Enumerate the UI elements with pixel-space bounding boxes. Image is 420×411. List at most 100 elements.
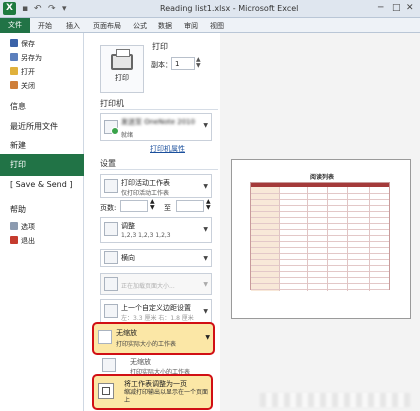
tab-page-layout[interactable]: 页面布局 — [93, 21, 121, 31]
sheet-shaded-column — [251, 187, 279, 291]
pages-to-spinner[interactable]: ▲ ▼ — [206, 199, 211, 211]
print-what-sub: 仅打印活动工作表 — [121, 190, 170, 197]
save-icon — [10, 39, 18, 47]
tab-formulas[interactable]: 公式 — [133, 21, 147, 31]
scaling-main: 无缩放 — [116, 329, 137, 337]
printer-icon — [111, 49, 133, 70]
ready-check-icon — [111, 127, 119, 135]
nav-help[interactable]: 帮助 — [10, 204, 26, 215]
tab-home[interactable]: 开始 — [38, 21, 52, 31]
undo-icon[interactable]: ↶ — [34, 4, 42, 14]
print-what-dropdown[interactable]: 打印活动工作表 仅打印活动工作表 ▼ — [100, 174, 212, 198]
sheet-icon — [104, 179, 118, 193]
nav-save-as[interactable]: 另存为 — [10, 53, 42, 63]
print-what-main: 打印活动工作表 — [121, 179, 170, 187]
margins-dropdown[interactable]: 上一个自定义边距设置 左：3.3 厘米 右：1.8 厘米 ▼ — [100, 299, 212, 323]
nav-options[interactable]: 选项 — [10, 222, 35, 232]
collate-sub: 1,2,3 1,2,3 1,2,3 — [121, 232, 171, 239]
chevron-down-icon: ▼ — [203, 255, 208, 262]
pages-from-spinner[interactable]: ▲ ▼ — [150, 199, 155, 211]
landscape-icon — [104, 251, 118, 264]
preview-doc-title: 阅读列表 — [309, 174, 334, 181]
preview-page: 阅读列表 — [231, 159, 411, 319]
collate-dropdown[interactable]: 调整 1,2,3 1,2,3 1,2,3 ▼ — [100, 217, 212, 243]
print-preview-area: 阅读列表 — [220, 33, 420, 411]
print-panel: 打印 打印 副本： 1 ▲ ▼ 打印机 发送至 OneNote 2010 就绪 ▼… — [84, 33, 220, 411]
nav-close[interactable]: 关闭 — [10, 81, 35, 91]
pages-label: 页数: — [100, 204, 117, 212]
window-title: Reading list1.xlsx - Microsoft Excel — [160, 4, 299, 13]
redo-icon[interactable]: ↷ — [48, 4, 56, 14]
orientation-dropdown[interactable]: 横向 ▼ — [100, 249, 212, 267]
orientation-value: 横向 — [121, 254, 135, 262]
chevron-down-icon: ▼ — [203, 281, 208, 288]
scaling-opt2-main: 将工作表调整为一页 — [124, 380, 187, 388]
minimize-icon[interactable]: ─ — [378, 3, 383, 13]
tab-review[interactable]: 审阅 — [184, 21, 198, 31]
preview-pager[interactable] — [260, 393, 410, 407]
nav-info[interactable]: 信息 — [10, 101, 26, 112]
pages-from-input[interactable] — [120, 200, 148, 212]
collate-icon — [104, 222, 118, 236]
scaling-sub: 打印实际大小的工作表 — [116, 341, 177, 348]
print-button-label: 打印 — [115, 74, 129, 82]
copies-label: 副本： — [151, 61, 172, 69]
nav-open-label: 打开 — [21, 68, 35, 76]
chevron-down-icon: ▼ — [203, 122, 208, 129]
nav-recent[interactable]: 最近所用文件 — [10, 121, 58, 132]
excel-logo-icon[interactable]: X — [3, 2, 16, 15]
save-icon[interactable]: ▪ — [22, 4, 28, 14]
margins-main: 上一个自定义边距设置 — [121, 304, 191, 312]
scaling-option-fit-sheet-highlight[interactable]: 将工作表调整为一页 缩减打印输出以显示在一个页面上 — [92, 374, 213, 410]
nav-close-label: 关闭 — [21, 82, 35, 90]
fit-to-page-icon — [98, 383, 114, 399]
nav-exit[interactable]: 退出 — [10, 236, 35, 246]
printer-dropdown[interactable]: 发送至 OneNote 2010 就绪 ▼ — [100, 113, 212, 141]
nav-save-as-label: 另存为 — [21, 54, 42, 62]
pages-to-label: 至 — [164, 204, 171, 212]
print-section-title: 打印 — [152, 42, 168, 51]
sheet-gridline-col — [327, 187, 328, 291]
paper-size-dropdown[interactable]: 正在加载页面大小... ▼ — [100, 273, 212, 295]
tab-data[interactable]: 数据 — [158, 21, 172, 31]
printer-status: 就绪 — [121, 132, 134, 139]
no-scaling-icon — [102, 358, 116, 372]
tab-view[interactable]: 视图 — [210, 21, 224, 31]
tab-file[interactable]: 文件 — [0, 18, 30, 33]
paper-size-value: 正在加载页面大小... — [121, 283, 175, 290]
options-icon — [10, 222, 18, 230]
nav-new[interactable]: 新建 — [10, 140, 26, 151]
close-file-icon — [10, 81, 18, 89]
no-scaling-icon — [98, 330, 112, 344]
nav-open[interactable]: 打开 — [10, 67, 35, 77]
backstage-nav: 保存 另存为 打开 关闭 信息 最近所用文件 新建 打印 [ Save & Se… — [0, 33, 84, 411]
print-button[interactable]: 打印 — [100, 45, 144, 93]
customize-toolbar-icon[interactable]: ▾ — [62, 4, 67, 14]
copies-input[interactable]: 1 — [171, 57, 195, 70]
collate-main: 调整 — [121, 222, 135, 230]
nav-save-label: 保存 — [21, 40, 35, 48]
scaling-opt2-sub: 缩减打印输出以显示在一个页面上 — [124, 389, 209, 404]
preview-sheet-table — [250, 182, 390, 291]
printer-heading: 打印机 — [100, 99, 124, 108]
scaling-dropdown-highlight[interactable]: 无缩放 打印实际大小的工作表 ▼ — [92, 322, 215, 355]
margins-icon — [104, 304, 118, 318]
nav-save-send[interactable]: [ Save & Send ] — [10, 180, 72, 189]
title-bar: X ▪ ↶ ↷ ▾ Reading list1.xlsx - Microsoft… — [0, 0, 420, 18]
chevron-down-icon: ▼ — [203, 226, 208, 233]
settings-heading: 设置 — [100, 159, 116, 168]
nav-print[interactable]: 打印 — [0, 154, 84, 176]
nav-exit-label: 退出 — [21, 237, 35, 245]
close-window-icon[interactable]: ✕ — [406, 3, 414, 13]
save-as-icon — [10, 53, 18, 61]
sheet-gridline-col — [369, 187, 370, 291]
tab-insert[interactable]: 插入 — [66, 21, 80, 31]
nav-save[interactable]: 保存 — [10, 39, 35, 49]
maximize-icon[interactable]: □ — [392, 3, 401, 13]
exit-icon — [10, 236, 18, 244]
copies-spinner[interactable]: ▲ ▼ — [196, 57, 201, 69]
sheet-gridline-col — [347, 187, 348, 291]
pages-to-input[interactable] — [176, 200, 204, 212]
printer-properties-link[interactable]: 打印机属性 — [150, 144, 185, 154]
chevron-down-icon: ▼ — [203, 183, 208, 190]
